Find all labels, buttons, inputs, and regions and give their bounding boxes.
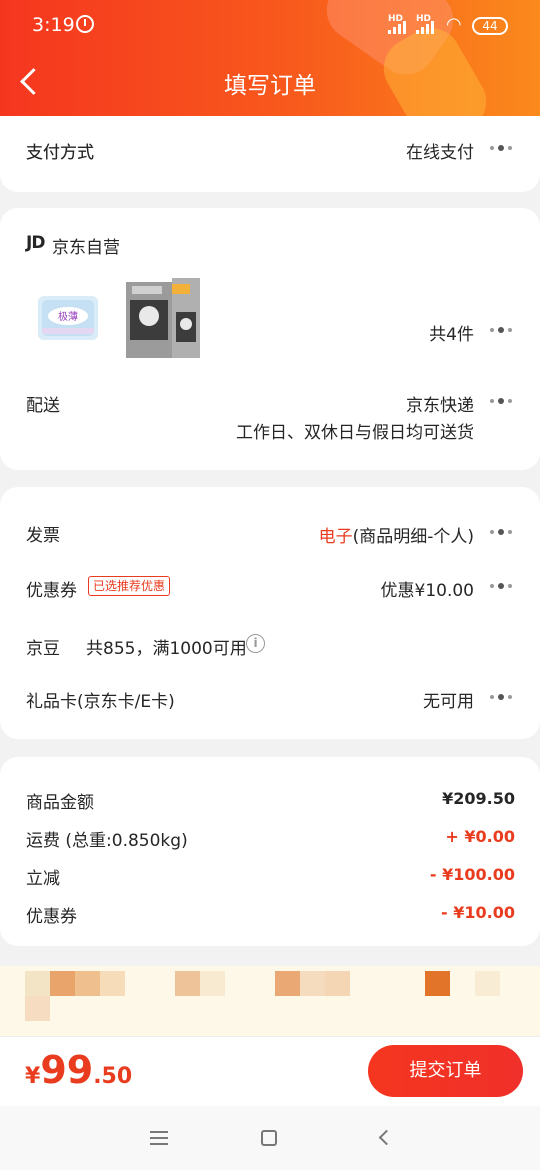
discount-label: 立减 [26, 869, 60, 889]
shop-name: 京东自营 [52, 238, 120, 258]
price-decimal: .50 [93, 1064, 133, 1089]
discount-value: - ¥100.00 [429, 865, 515, 884]
invoice-type: 电子 [318, 527, 353, 547]
more-dots-icon[interactable] [488, 581, 516, 591]
goods-amount-label: 商品金额 [26, 793, 94, 813]
total-price: ¥99.50 [25, 1048, 132, 1092]
price-integer: 99 [40, 1048, 94, 1092]
more-dots-icon[interactable] [488, 143, 516, 153]
menu-icon[interactable] [150, 1131, 168, 1145]
blurred-region [0, 966, 540, 1036]
signal-icon: HD [416, 14, 434, 34]
back-icon[interactable] [378, 1129, 395, 1146]
battery-icon: 44 [472, 17, 508, 35]
signal-icon: HD [388, 14, 406, 34]
currency-symbol: ¥ [25, 1064, 41, 1089]
delivery-label: 配送 [26, 396, 60, 416]
header: 3:19 HD HD ◠ 44 填写订单 [0, 0, 540, 116]
more-dots-icon[interactable] [488, 396, 516, 406]
coupon-label: 优惠券 [26, 581, 77, 601]
jd-logo: JD [26, 233, 45, 253]
giftcard-label: 礼品卡(京东卡/E卡) [26, 692, 175, 712]
coupon-summary-value: - ¥10.00 [441, 903, 515, 922]
product-image[interactable] [124, 276, 202, 360]
more-dots-icon[interactable] [488, 325, 516, 335]
giftcard-value[interactable]: 无可用 [423, 687, 474, 712]
invoice-value[interactable]: 电子(商品明细-个人) [319, 522, 474, 547]
coupon-value[interactable]: 优惠¥10.00 [381, 576, 474, 601]
page-title: 填写订单 [224, 73, 316, 99]
shipping-value: + ¥0.00 [445, 827, 515, 846]
more-dots-icon[interactable] [488, 527, 516, 537]
more-dots-icon[interactable] [488, 692, 516, 702]
jingdou-label: 京豆 [26, 639, 60, 659]
wifi-icon: ◠ [446, 14, 462, 35]
home-icon[interactable] [261, 1130, 277, 1146]
invoice-label: 发票 [26, 526, 60, 546]
coupon-summary-label: 优惠券 [26, 907, 77, 927]
product-image[interactable]: 极薄 [36, 290, 100, 346]
status-time: 3:19 [32, 14, 75, 36]
system-nav-bar [0, 1106, 540, 1170]
submit-order-button[interactable]: 提交订单 [368, 1045, 523, 1097]
coupon-recommend-tag: 已选推荐优惠 [88, 576, 171, 596]
status-bar: 3:19 HD HD ◠ 44 [0, 0, 540, 52]
invoice-detail: (商品明细-个人) [352, 527, 474, 547]
delivery-value[interactable]: 京东快递 [406, 391, 474, 416]
payment-value: 在线支付 [406, 143, 474, 163]
alarm-icon [76, 15, 94, 33]
shipping-label: 运费 (总重:0.850kg) [26, 831, 188, 851]
svg-text:极薄: 极薄 [58, 310, 78, 323]
info-icon[interactable]: i [246, 634, 265, 653]
goods-amount-value: ¥209.50 [442, 789, 515, 808]
payment-label-text: 支付方式 [26, 143, 94, 163]
products-count[interactable]: 共4件 [429, 320, 474, 345]
delivery-note: 工作日、双休日与假日均可送货 [236, 423, 474, 443]
jingdou-text: 共855，满1000可用 [86, 639, 247, 659]
